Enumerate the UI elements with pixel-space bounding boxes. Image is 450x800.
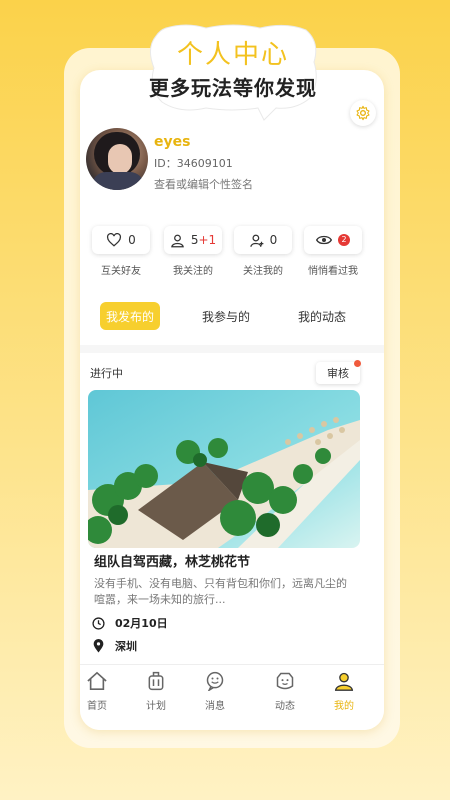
visitors-button[interactable]: 2 [304, 226, 362, 254]
nav-plan-label: 计划 [146, 701, 166, 712]
user-follow-icon [249, 234, 264, 247]
home-icon [87, 671, 107, 690]
phone-screen: eyes ID：34609101 查看或编辑个性签名 0 互关好友 5 +1 我关… [80, 70, 384, 730]
heart-icon [107, 233, 122, 247]
following-count: 5 [190, 233, 199, 247]
review-button[interactable]: 审核 [316, 362, 360, 384]
mutual-friends-count: 0 [128, 233, 136, 247]
post-date-row: 02月10日 [92, 615, 168, 631]
visitors-badge: 2 [338, 234, 350, 246]
message-icon [206, 671, 224, 693]
nav-messages-label: 消息 [205, 701, 225, 712]
post-title[interactable]: 组队自驾西藏，林芝桃花节 [94, 551, 250, 570]
luggage-icon [148, 671, 164, 691]
nav-plan[interactable]: 计划 [131, 671, 181, 712]
tab-my-posts[interactable]: 我发布的 [100, 302, 160, 330]
nav-home-label: 首页 [87, 701, 107, 712]
promo-subtitle: 更多玩法等你发现 [149, 76, 317, 100]
location-pin-icon [93, 639, 104, 653]
mutual-friends-label: 互关好友 [101, 266, 141, 277]
promo-title: 个人中心 [176, 40, 289, 70]
followers-button[interactable]: 0 [234, 226, 292, 254]
nav-profile-label: 我的 [334, 701, 354, 712]
post-location-row: 深圳 [92, 638, 137, 654]
tab-my-moments[interactable]: 我的动态 [292, 302, 352, 330]
eye-icon [316, 235, 332, 245]
edit-signature-link[interactable]: 查看或编辑个性签名 [154, 176, 253, 192]
gear-icon [356, 105, 370, 121]
avatar[interactable] [86, 128, 148, 190]
followers-label: 关注我的 [243, 266, 283, 277]
post-status: 进行中 [90, 367, 123, 380]
tab-participated[interactable]: 我参与的 [196, 302, 256, 330]
visitors-label: 悄悄看过我 [308, 266, 358, 277]
review-dot [354, 360, 361, 367]
post-location: 深圳 [115, 640, 137, 653]
nav-messages[interactable]: 消息 [190, 671, 240, 712]
bottom-navigation: 首页 计划 消息 动态 我的 [80, 664, 384, 730]
user-icon [170, 234, 184, 247]
nav-home[interactable]: 首页 [80, 671, 122, 712]
post-date: 02月10日 [115, 617, 168, 630]
followers-count: 0 [269, 233, 278, 247]
username: eyes [154, 134, 191, 150]
nav-profile[interactable]: 我的 [319, 671, 369, 712]
following-button[interactable]: 5 +1 [164, 226, 222, 254]
settings-button[interactable] [350, 100, 376, 126]
nav-moments-label: 动态 [275, 701, 295, 712]
promo-bubble: 个人中心 更多玩法等你发现 [146, 22, 320, 122]
post-image[interactable] [88, 390, 360, 548]
moments-icon [276, 672, 294, 690]
mutual-friends-button[interactable]: 0 [92, 226, 150, 254]
following-new-count: +1 [198, 233, 217, 247]
profile-icon [334, 672, 354, 691]
user-id: ID：34609101 [154, 157, 233, 170]
divider [80, 345, 384, 353]
clock-icon [92, 616, 105, 630]
post-description: 没有手机、没有电脑、只有背包和你们，远离凡尘的喧嚣，来一场未知的旅行... [94, 577, 347, 606]
nav-moments[interactable]: 动态 [260, 671, 310, 712]
following-label: 我关注的 [173, 266, 213, 277]
